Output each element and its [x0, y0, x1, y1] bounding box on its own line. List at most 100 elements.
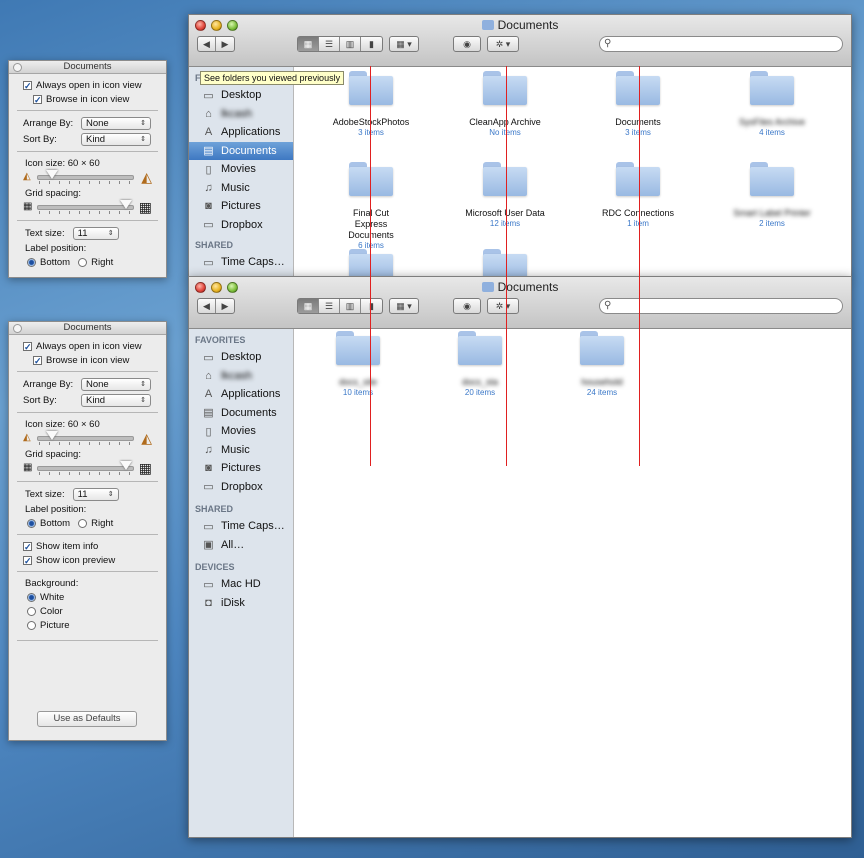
column-view-icon[interactable]: ▥	[340, 37, 361, 51]
browse-checkbox[interactable]: ✓ Browse in icon view	[9, 353, 166, 367]
sort-by-select[interactable]: Kind ⇕	[81, 132, 151, 146]
grid-spacing-slider[interactable]: ▦ ▦	[23, 199, 152, 216]
folder-item[interactable]: SysFiles Archive 4 items	[712, 71, 832, 138]
column-view-icon[interactable]: ▥	[340, 299, 361, 313]
folder-item[interactable]: household 24 items	[542, 331, 662, 398]
list-view-icon[interactable]: ☰	[319, 37, 340, 51]
always-open-checkbox[interactable]: ✓ Always open in icon view	[9, 78, 166, 92]
sidebar-item-dropbox[interactable]: ▭ Dropbox	[189, 478, 293, 497]
sidebar-item-home[interactable]: ⌂ lkcash	[189, 367, 293, 386]
folder-icon	[349, 71, 393, 105]
sort-by-select[interactable]: Kind ⇕	[81, 393, 151, 407]
sidebar-item-all[interactable]: ▣All…	[189, 536, 293, 555]
show-icon-preview-checkbox[interactable]: ✓ Show icon preview	[9, 553, 166, 567]
arrange-by-select[interactable]: None ⇕	[81, 377, 151, 391]
search-input[interactable]: ⚲	[599, 36, 843, 52]
folder-item[interactable]: Documents 3 items	[578, 71, 698, 138]
back-icon[interactable]: ◀	[198, 299, 216, 313]
sidebar-item-dropbox[interactable]: ▭ Dropbox	[189, 216, 293, 235]
list-view-icon[interactable]: ☰	[319, 299, 340, 313]
bg-color-radio[interactable]: Color	[9, 604, 166, 618]
icon-view-icon[interactable]: ▦	[298, 299, 319, 313]
panel-title-bar[interactable]: Documents	[9, 61, 166, 74]
panel-title-bar[interactable]: Documents	[9, 322, 166, 335]
close-button[interactable]	[13, 63, 22, 72]
action-gear-button[interactable]: ✲ ▾	[487, 298, 519, 314]
folder-item[interactable]: Final Cut Express Documents 6 items	[311, 162, 431, 251]
bg-white-radio[interactable]: White	[9, 590, 166, 604]
divider	[17, 481, 158, 482]
sidebar-item-desktop[interactable]: ▭ Desktop	[189, 86, 293, 105]
action-gear-button[interactable]: ✲ ▾	[487, 36, 519, 52]
title-bar[interactable]: Documents ◀ ▶ ▦ ☰ ▥ ▮ ▦ ▾ ◉ ✲ ▾ ⚲	[189, 277, 851, 329]
use-as-defaults-button[interactable]: Use as Defaults	[37, 711, 137, 727]
quick-look-button[interactable]: ◉	[453, 36, 481, 52]
sidebar-item-time-capsule[interactable]: ▭ Time Caps…	[189, 517, 293, 536]
icon-size-label: Icon size: 60 × 60	[25, 157, 100, 169]
sidebar-item-home[interactable]: ⌂ lkcash	[189, 105, 293, 124]
sidebar-item-desktop[interactable]: ▭ Desktop	[189, 348, 293, 367]
forward-icon[interactable]: ▶	[216, 299, 234, 313]
slider-knob[interactable]	[45, 431, 58, 440]
folder-item[interactable]	[311, 249, 431, 277]
folder-item[interactable]: Smart Label Printer 2 items	[712, 162, 832, 229]
coverflow-view-icon[interactable]: ▮	[361, 299, 382, 313]
sidebar-item-time-capsule[interactable]: ▭ Time Caps…	[189, 253, 293, 272]
arrange-button[interactable]: ▦ ▾	[389, 36, 419, 52]
icon-view-icon[interactable]: ▦	[298, 37, 319, 51]
folder-icon	[349, 249, 393, 277]
slider-knob[interactable]	[45, 170, 58, 179]
folder-item[interactable]	[445, 249, 565, 277]
text-size-select[interactable]: 11 ⇕	[72, 226, 119, 240]
icon-size-slider[interactable]: ◭ ◭	[23, 169, 152, 186]
sidebar-item-music[interactable]: ♫ Music	[189, 441, 293, 460]
back-forward-buttons[interactable]: ◀ ▶	[197, 298, 235, 314]
close-button[interactable]	[13, 324, 22, 333]
sidebar-header-devices: DEVICES	[195, 562, 235, 572]
icon-size-slider[interactable]: ◭ ◭	[23, 430, 152, 447]
folder-icon	[750, 71, 794, 105]
sidebar-item-pictures[interactable]: ◙ Pictures	[189, 197, 293, 216]
bg-picture-radio[interactable]: Picture	[9, 618, 166, 632]
sidebar-item-applications[interactable]: A Applications	[189, 385, 293, 404]
grid-spacing-slider[interactable]: ▦ ▦	[23, 460, 152, 477]
text-size-row: Text size: 11 ⇕	[9, 225, 166, 241]
view-mode-buttons[interactable]: ▦ ☰ ▥ ▮	[297, 36, 383, 52]
folder-item[interactable]: Microsoft User Data 12 items	[445, 162, 565, 229]
back-icon[interactable]: ◀	[198, 37, 216, 51]
quick-look-button[interactable]: ◉	[453, 298, 481, 314]
label-bottom-radio[interactable]	[27, 257, 36, 267]
arrange-button[interactable]: ▦ ▾	[389, 298, 419, 314]
folder-item[interactable]: CleanApp Archive No items	[445, 71, 565, 138]
sidebar-item-music[interactable]: ♫ Music	[189, 179, 293, 198]
text-size-select[interactable]: 11 ⇕	[72, 487, 119, 501]
sidebar-item-documents[interactable]: ▤ Documents	[189, 404, 293, 423]
folder-item[interactable]: RDC Connections 1 item	[578, 162, 698, 229]
sidebar-item-movies[interactable]: ▯ Movies	[189, 160, 293, 179]
finder-window-top: Documents ◀▶ ▦☰▥▮ ▦ ▾ ◉ ✲ ▾ ⚲ FAVORITES …	[188, 14, 852, 278]
sidebar-item-idisk[interactable]: ◘ iDisk	[189, 594, 293, 613]
sidebar-item-documents[interactable]: ▤ Documents	[189, 141, 293, 160]
forward-icon[interactable]: ▶	[216, 37, 234, 51]
back-forward-buttons[interactable]: ◀ ▶	[197, 36, 235, 52]
always-open-checkbox[interactable]: ✓ Always open in icon view	[9, 339, 166, 353]
sidebar-item-applications[interactable]: A Applications	[189, 123, 293, 142]
coverflow-view-icon[interactable]: ▮	[361, 37, 382, 51]
desktop-icon: ▭	[203, 89, 214, 102]
sidebar-item-movies[interactable]: ▯ Movies	[189, 422, 293, 441]
arrange-by-select[interactable]: None ⇕	[81, 116, 151, 130]
slider-knob[interactable]	[120, 200, 133, 209]
search-input[interactable]: ⚲	[599, 298, 843, 314]
sidebar-item-pictures[interactable]: ◙ Pictures	[189, 459, 293, 478]
label-bottom-radio[interactable]	[27, 518, 36, 528]
title-bar[interactable]: Documents ◀ ▶ ▦ ☰ ▥ ▮ ▦ ▾ ◉ ✲ ▾ ⚲	[189, 15, 851, 67]
folder-item[interactable]: docs_site 10 items	[298, 331, 418, 398]
slider-knob[interactable]	[120, 461, 133, 470]
label-right-radio[interactable]	[78, 257, 88, 267]
folder-item[interactable]: docs_sta 20 items	[420, 331, 540, 398]
checkmark-icon: ✓	[23, 341, 32, 352]
sidebar-item-mac-hd[interactable]: ▭ Mac HD	[189, 575, 293, 594]
show-item-info-checkbox[interactable]: ✓ Show item info	[9, 539, 166, 553]
label-right-radio[interactable]	[78, 518, 88, 528]
browse-checkbox[interactable]: ✓ Browse in icon view	[9, 92, 166, 106]
